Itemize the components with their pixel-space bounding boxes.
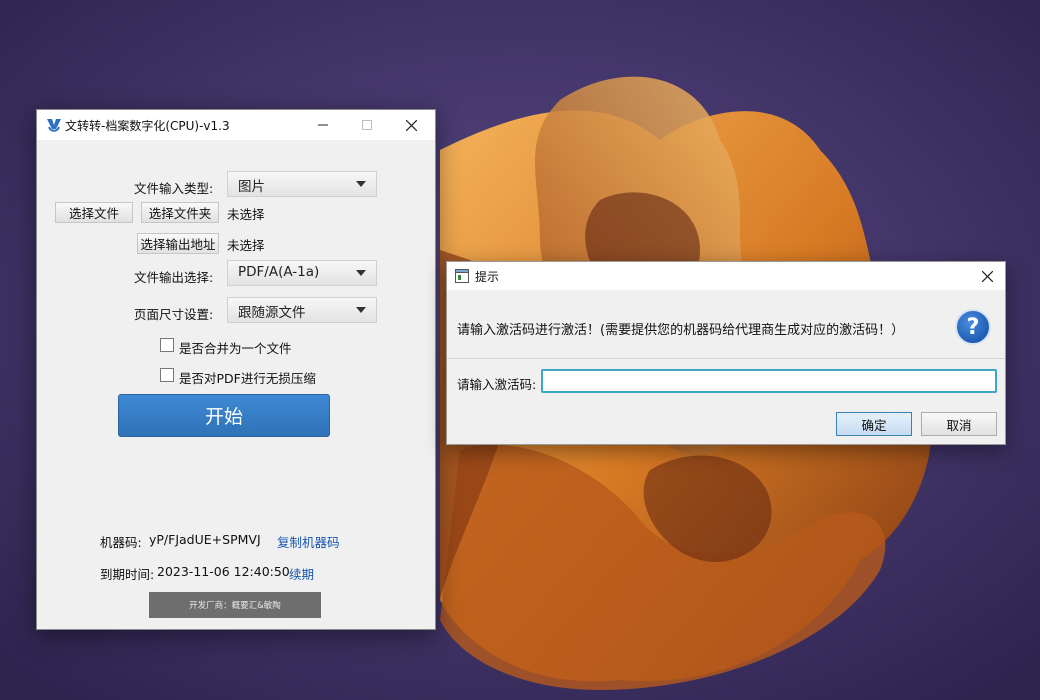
expiry-value: 2023-11-06 12:40:50 (157, 564, 290, 579)
maximize-button[interactable] (345, 110, 389, 140)
compress-checkbox-label[interactable]: 是否对PDF进行无损压缩 (179, 368, 316, 387)
input-type-value: 图片 (238, 179, 265, 195)
input-type-label: 文件输入类型: (134, 181, 214, 196)
page-size-value: 跟随源文件 (238, 305, 306, 321)
choose-file-button[interactable]: 选择文件 (55, 202, 133, 223)
maximize-icon (362, 120, 372, 130)
developer-banner: 开发厂商：概要汇&敏陶 (149, 592, 321, 618)
activation-code-label: 请输入激活码: (457, 377, 537, 392)
output-format-dropdown[interactable]: PDF/A(A-1a) (227, 260, 377, 286)
expiry-label: 到期时间: (100, 567, 155, 582)
merge-checkbox-label[interactable]: 是否合并为一个文件 (179, 338, 292, 357)
main-window: 文转转-档案数字化(CPU)-v1.3 文件输入类型: 图片 选择文件 选择文件… (36, 109, 436, 630)
window-title: 文转转-档案数字化(CPU)-v1.3 (65, 119, 230, 133)
question-icon: ? (955, 309, 991, 345)
activation-code-input[interactable] (541, 369, 997, 393)
page-size-dropdown[interactable]: 跟随源文件 (227, 297, 377, 323)
chevron-down-icon (356, 270, 366, 276)
compress-checkbox[interactable] (160, 368, 174, 382)
machine-code-value: yP/FJadUE+SPMVJ (149, 532, 261, 547)
output-status: 未选择 (227, 238, 265, 253)
close-button[interactable] (389, 110, 433, 140)
dialog-title: 提示 (475, 270, 500, 284)
window-icon (455, 269, 469, 283)
renew-link[interactable]: 续期 (289, 564, 314, 583)
minimize-button[interactable] (301, 110, 345, 140)
input-type-dropdown[interactable]: 图片 (227, 171, 377, 197)
machine-code-label: 机器码: (100, 535, 142, 550)
app-logo-icon (47, 119, 61, 132)
activation-dialog: 提示 请输入激活码进行激活！(需要提供您的机器码给代理商生成对应的激活码！） ?… (446, 261, 1006, 445)
main-titlebar[interactable]: 文转转-档案数字化(CPU)-v1.3 (37, 110, 435, 140)
merge-checkbox[interactable] (160, 338, 174, 352)
dialog-titlebar[interactable]: 提示 (447, 262, 1005, 290)
close-icon (981, 270, 993, 282)
close-icon (405, 119, 417, 131)
output-format-label: 文件输出选择: (134, 270, 214, 285)
copy-machine-code-link[interactable]: 复制机器码 (277, 532, 340, 551)
dialog-close-button[interactable] (967, 262, 1007, 290)
start-button[interactable]: 开始 (118, 394, 330, 437)
cancel-button[interactable]: 取消 (921, 412, 997, 436)
chevron-down-icon (356, 307, 366, 313)
minimize-icon (318, 124, 328, 126)
ok-button[interactable]: 确定 (836, 412, 912, 436)
choose-folder-button[interactable]: 选择文件夹 (141, 202, 219, 223)
choose-output-button[interactable]: 选择输出地址 (137, 233, 219, 254)
chevron-down-icon (356, 181, 366, 187)
output-format-value: PDF/A(A-1a) (238, 264, 320, 280)
dialog-message: 请输入激活码进行激活！(需要提供您的机器码给代理商生成对应的激活码！） (457, 323, 905, 338)
dialog-divider (447, 358, 1005, 359)
page-size-label: 页面尺寸设置: (134, 307, 214, 322)
input-status: 未选择 (227, 207, 265, 222)
